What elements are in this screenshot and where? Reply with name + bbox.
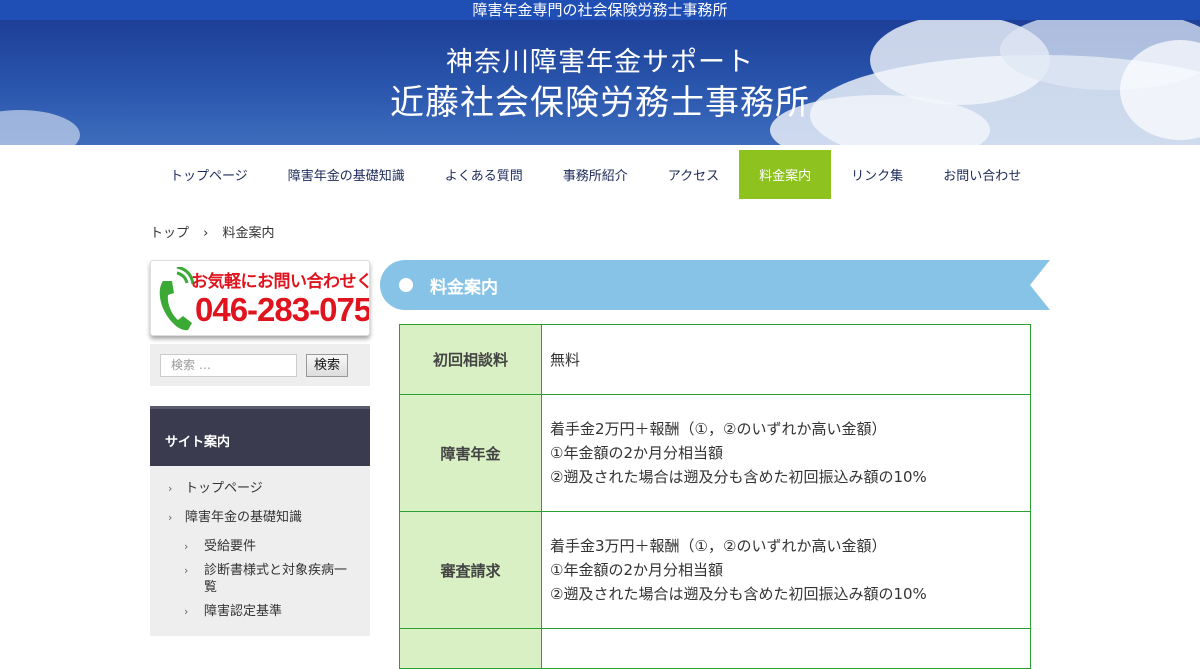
phone-contact-banner[interactable]: お気軽にお問い合わせください 046-283-0751 <box>150 260 370 336</box>
nav-item-fees[interactable]: 料金案内 <box>739 150 832 199</box>
site-menu-subitem-label: 診断書様式と対象疾病一覧 <box>204 563 348 595</box>
nav-item-contact[interactable]: お問い合わせ <box>923 150 1041 199</box>
site-menu-title: サイト案内 <box>165 435 231 450</box>
site-menu-item-label: トップページ <box>185 481 263 496</box>
site-menu-subitem-label: 受給要件 <box>204 539 257 554</box>
fee-value: 着手金3万円＋報酬（①，②のいずれか高い金額） ①年金額の2か月分相当額 ②遡及… <box>541 511 1031 629</box>
phone-number: 046-283-0751 <box>195 291 370 328</box>
top-tagline-bar: 障害年金専門の社会保険労務士事務所 <box>0 0 1200 20</box>
nav-item-access[interactable]: アクセス <box>648 150 739 199</box>
chevron-right-icon: › <box>184 564 189 577</box>
fee-line: ①年金額の2か月分相当額 <box>550 561 723 579</box>
site-menu-subitem-diagnosis[interactable]: › 診断書様式と対象疾病一覧 <box>150 562 370 596</box>
phone-icon <box>159 267 195 331</box>
sidebar: お気軽にお問い合わせください 046-283-0751 検索 … 検索 サイト案… <box>150 260 370 636</box>
nav-item-basics[interactable]: 障害年金の基礎知識 <box>268 150 425 199</box>
chevron-right-icon: › <box>184 540 189 553</box>
site-menu-item-label: 障害年金の基礎知識 <box>185 510 303 525</box>
section-title: 料金案内 <box>430 278 498 298</box>
breadcrumb: トップ › 料金案内 <box>150 222 285 241</box>
breadcrumb-home[interactable]: トップ <box>150 226 189 241</box>
fee-line: 着手金3万円＋報酬（①，②のいずれか高い金額） <box>550 537 887 555</box>
main-content: 料金案内 初回相談料 無料 障害年金 着手金2万円＋報酬（①，②のいずれか高い金… <box>380 260 1050 669</box>
nav-item-top[interactable]: トップページ <box>150 150 268 199</box>
fee-value-empty <box>541 628 1031 669</box>
site-menu-subitem-label: 障害認定基準 <box>204 604 283 619</box>
fee-label: 障害年金 <box>399 394 542 512</box>
section-heading-ribbon: 料金案内 <box>380 260 1050 310</box>
table-row: 障害年金 着手金2万円＋報酬（①，②のいずれか高い金額） ①年金額の2か月分相当… <box>399 394 1031 512</box>
table-row: 初回相談料 無料 <box>399 324 1031 395</box>
fee-line: ①年金額の2か月分相当額 <box>550 444 723 462</box>
banner-title-line2: 近藤社会保険労務士事務所 <box>390 83 810 123</box>
nav-item-links[interactable]: リンク集 <box>831 150 923 199</box>
site-menu-subitem-requirements[interactable]: › 受給要件 <box>150 538 370 555</box>
fee-line: 無料 <box>550 350 581 369</box>
fee-line: ②遡及された場合は遡及分も含めた初回振込み額の10% <box>550 585 927 603</box>
tagline: 障害年金専門の社会保険労務士事務所 <box>472 1 728 19</box>
chevron-right-icon: › <box>168 482 173 495</box>
bullet-circle-icon <box>399 278 413 292</box>
fee-label: 初回相談料 <box>399 324 542 395</box>
search-input[interactable]: 検索 … <box>160 353 297 377</box>
site-menu-subitem-criteria[interactable]: › 障害認定基準 <box>150 603 370 620</box>
breadcrumb-separator: › <box>203 226 209 241</box>
main-nav: トップページ 障害年金の基礎知識 よくある質問 事務所紹介 アクセス 料金案内 … <box>0 150 1200 210</box>
nav-item-faq[interactable]: よくある質問 <box>425 150 543 199</box>
table-row <box>399 628 1031 669</box>
site-menu-item-basics[interactable]: › 障害年金の基礎知識 <box>150 509 370 526</box>
site-menu: › トップページ › 障害年金の基礎知識 › 受給要件 › 診断書様式と対象疾病… <box>150 466 370 636</box>
chevron-right-icon: › <box>168 511 173 524</box>
search-widget: 検索 … 検索 <box>150 344 370 386</box>
phone-banner-label: お気軽にお問い合わせください <box>191 272 369 292</box>
nav-item-office[interactable]: 事務所紹介 <box>543 150 648 199</box>
fee-value: 無料 <box>541 324 1031 395</box>
fee-value: 着手金2万円＋報酬（①，②のいずれか高い金額） ①年金額の2か月分相当額 ②遡及… <box>541 394 1031 512</box>
breadcrumb-current: 料金案内 <box>222 226 275 241</box>
fee-line: 着手金2万円＋報酬（①，②のいずれか高い金額） <box>550 420 887 438</box>
fee-line: ②遡及された場合は遡及分も含めた初回振込み額の10% <box>550 468 927 486</box>
fee-label: 審査請求 <box>399 511 542 629</box>
chevron-right-icon: › <box>184 605 189 618</box>
banner-title-line1: 神奈川障害年金サポート <box>446 47 754 78</box>
header-banner[interactable]: 神奈川障害年金サポート 近藤社会保険労務士事務所 <box>0 20 1200 145</box>
table-row: 審査請求 着手金3万円＋報酬（①，②のいずれか高い金額） ①年金額の2か月分相当… <box>399 511 1031 629</box>
site-menu-item-top[interactable]: › トップページ <box>150 480 370 497</box>
search-button[interactable]: 検索 <box>306 353 348 377</box>
fee-table: 初回相談料 無料 障害年金 着手金2万円＋報酬（①，②のいずれか高い金額） ①年… <box>399 324 1031 669</box>
site-menu-heading: サイト案内 <box>150 406 370 466</box>
fee-label-empty <box>399 628 542 669</box>
